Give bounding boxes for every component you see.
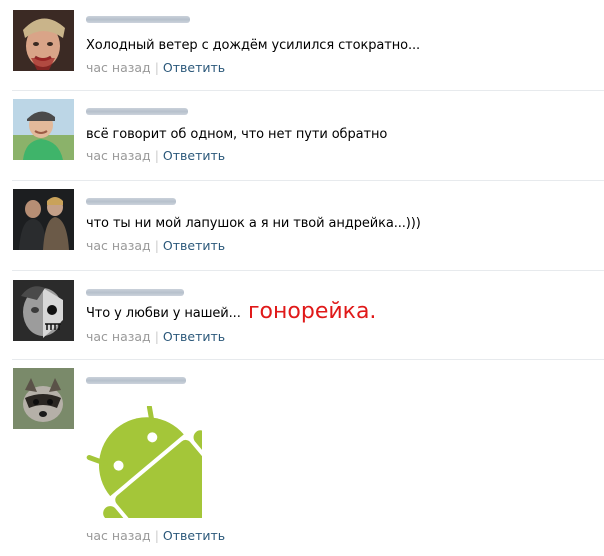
divider xyxy=(12,90,604,91)
comment-meta: час назад | Ответить xyxy=(86,329,225,344)
avatar[interactable] xyxy=(13,99,74,160)
avatar[interactable] xyxy=(13,368,74,429)
meta-separator: | xyxy=(154,528,159,543)
reply-link[interactable]: Ответить xyxy=(163,329,225,344)
overlay-caption: гонорейка. xyxy=(248,299,377,324)
author-name[interactable] xyxy=(86,16,190,23)
comment-text: Холодный ветер с дождём усилился стократ… xyxy=(86,38,421,53)
comment-text: всё говорит об одном, что нет пути обрат… xyxy=(86,127,388,142)
comment-time: час назад xyxy=(86,528,151,543)
comment-time: час назад xyxy=(86,60,151,75)
reply-link[interactable]: Ответить xyxy=(163,238,225,253)
meta-separator: | xyxy=(154,148,159,163)
avatar[interactable] xyxy=(13,189,74,250)
comment-text: что ты ни мой лапушок а я ни твой андрей… xyxy=(86,216,421,231)
meta-separator: | xyxy=(154,329,159,344)
author-name[interactable] xyxy=(86,108,188,115)
meta-separator: | xyxy=(154,238,159,253)
divider xyxy=(12,180,604,181)
comment-text: Что у любви у нашей... xyxy=(86,306,241,321)
author-name[interactable] xyxy=(86,377,186,384)
avatar-photo xyxy=(13,189,74,250)
author-name[interactable] xyxy=(86,198,176,205)
avatar[interactable] xyxy=(13,280,74,341)
comment-time: час назад xyxy=(86,148,151,163)
comment-meta: час назад | Ответить xyxy=(86,148,225,163)
avatar-photo xyxy=(13,99,74,160)
comment-meta: час назад | Ответить xyxy=(86,238,225,253)
avatar-photo xyxy=(13,280,74,341)
reply-link[interactable]: Ответить xyxy=(163,528,225,543)
comment-time: час назад xyxy=(86,238,151,253)
author-name[interactable] xyxy=(86,289,184,296)
android-robot-icon xyxy=(86,406,202,518)
reply-link[interactable]: Ответить xyxy=(163,148,225,163)
meta-separator: | xyxy=(154,60,159,75)
comment-meta: час назад | Ответить xyxy=(86,60,225,75)
avatar-photo xyxy=(13,368,74,429)
reply-link[interactable]: Ответить xyxy=(163,60,225,75)
divider xyxy=(12,270,604,271)
comment-time: час назад xyxy=(86,329,151,344)
comment-meta: час назад | Ответить xyxy=(86,528,225,543)
divider xyxy=(12,359,604,360)
avatar-photo xyxy=(13,10,74,71)
avatar[interactable] xyxy=(13,10,74,71)
